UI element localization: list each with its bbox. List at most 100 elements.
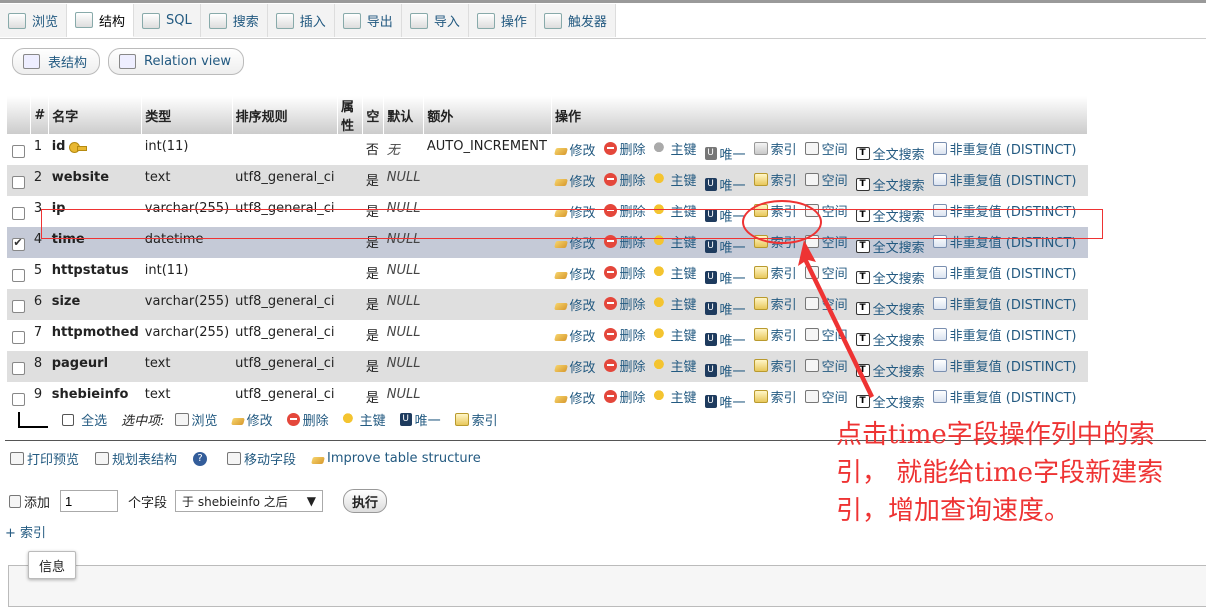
print-preview-link[interactable]: 打印预览: [10, 449, 79, 468]
field-name[interactable]: httpstatus: [52, 263, 129, 278]
row-checkbox[interactable]: [12, 207, 26, 220]
help-icon[interactable]: ?: [193, 451, 208, 466]
action-unique-button[interactable]: U 唯一: [704, 392, 746, 411]
action-drop-button[interactable]: 删除: [603, 356, 646, 375]
action-drop-button[interactable]: 删除: [603, 325, 646, 344]
action-distinct-button[interactable]: 非重复值 (DISTINCT): [932, 263, 1077, 282]
improve-structure-link[interactable]: Improve table structure: [311, 451, 481, 466]
action-distinct-button[interactable]: 非重复值 (DISTINCT): [932, 170, 1077, 189]
action-drop-button[interactable]: 删除: [603, 201, 646, 220]
header-name[interactable]: 名字: [48, 96, 143, 134]
row-checkbox[interactable]: [12, 331, 26, 344]
bulk-primary-button[interactable]: 主键: [342, 410, 386, 429]
row-checkbox[interactable]: [12, 393, 26, 406]
bulk-unique-button[interactable]: U 唯一: [399, 410, 441, 429]
action-unique-button[interactable]: U 唯一: [704, 330, 746, 349]
header-default[interactable]: 默认: [383, 96, 425, 134]
action-drop-button[interactable]: 删除: [603, 170, 646, 189]
tab-6[interactable]: 导入: [401, 4, 469, 37]
tab-5[interactable]: 导出: [334, 4, 402, 37]
bulk-edit-button[interactable]: 修改: [230, 410, 273, 429]
action-index-button[interactable]: 索引: [753, 139, 797, 158]
action-distinct-button[interactable]: 非重复值 (DISTINCT): [932, 294, 1077, 313]
action-primary-button[interactable]: 主键: [653, 294, 697, 313]
action-spatial-button[interactable]: 空间: [804, 170, 848, 189]
go-button[interactable]: 执行: [343, 489, 388, 513]
action-edit-button[interactable]: 修改: [553, 357, 596, 376]
action-edit-button[interactable]: 修改: [553, 233, 596, 252]
action-unique-button[interactable]: U 唯一: [704, 144, 746, 163]
bulk-index-button[interactable]: 索引: [454, 410, 498, 429]
bulk-drop-button[interactable]: 删除: [286, 410, 329, 429]
action-primary-button[interactable]: 主键: [653, 356, 697, 375]
tab-2[interactable]: SQL: [134, 4, 201, 37]
action-unique-button[interactable]: U 唯一: [704, 237, 746, 256]
action-drop-button[interactable]: 删除: [603, 263, 646, 282]
action-primary-button[interactable]: 主键: [653, 201, 697, 220]
action-drop-button[interactable]: 删除: [603, 139, 646, 158]
action-spatial-button[interactable]: 空间: [804, 139, 848, 158]
info-tab[interactable]: 信息: [28, 551, 77, 579]
action-drop-button[interactable]: 删除: [603, 387, 646, 406]
action-edit-button[interactable]: 修改: [553, 171, 596, 190]
action-edit-button[interactable]: 修改: [553, 388, 596, 407]
action-unique-button[interactable]: U 唯一: [704, 175, 746, 194]
field-name[interactable]: time: [52, 232, 85, 247]
action-primary-button[interactable]: 主键: [653, 170, 697, 189]
action-primary-button[interactable]: 主键: [653, 263, 697, 282]
tab-8[interactable]: 触发器: [535, 4, 616, 37]
action-unique-button[interactable]: U 唯一: [704, 268, 746, 287]
table-row[interactable]: 7 httpmothed varchar(255) utf8_general_ci 是 N…: [7, 320, 1088, 351]
action-edit-button[interactable]: 修改: [553, 326, 596, 345]
action-primary-button[interactable]: 主键: [653, 139, 697, 158]
tab-3[interactable]: 搜索: [200, 4, 268, 37]
action-distinct-button[interactable]: 非重复值 (DISTINCT): [932, 325, 1077, 344]
action-distinct-button[interactable]: 非重复值 (DISTINCT): [932, 356, 1077, 375]
field-name[interactable]: ip: [52, 201, 66, 216]
table-row[interactable]: 1 id int(11) 否无 AUTO_INCREMENT 修改 删除 主键 U 唯一 索引 空间 T…: [7, 134, 1088, 165]
action-primary-button[interactable]: 主键: [653, 387, 697, 406]
action-primary-button[interactable]: 主键: [653, 232, 697, 251]
tab-1[interactable]: 结构: [67, 4, 135, 37]
action-fulltext-button[interactable]: T 全文搜索: [855, 144, 925, 163]
propose-structure-link[interactable]: 规划表结构: [95, 449, 177, 468]
table-row[interactable]: 4timedatetime是NULL修改删除主键U唯一索引空间T全文搜索非重复值…: [7, 227, 1088, 258]
header-attributes[interactable]: 属性: [337, 96, 364, 134]
add-position-select[interactable]: 于 shebieinfo 之后 ▼: [175, 490, 324, 512]
subtab-1[interactable]: Relation view: [108, 48, 245, 75]
field-name[interactable]: pageurl: [52, 356, 108, 371]
action-drop-button[interactable]: 删除: [603, 294, 646, 313]
action-distinct-button[interactable]: 非重复值 (DISTINCT): [932, 201, 1077, 220]
table-row[interactable]: 2 website text utf8_general_ci 是 NULL 修改 删除 主键 U 唯…: [7, 165, 1088, 196]
table-row[interactable]: 8 pageurl text utf8_general_ci 是 NULL 修改 删除 主键 U 唯…: [7, 351, 1088, 382]
action-edit-button[interactable]: 修改: [553, 295, 596, 314]
row-checkbox[interactable]: [12, 176, 26, 189]
action-edit-button[interactable]: 修改: [553, 202, 596, 221]
tab-7[interactable]: 操作: [468, 4, 536, 37]
field-name[interactable]: id: [52, 139, 66, 154]
action-distinct-button[interactable]: 非重复值 (DISTINCT): [932, 139, 1077, 158]
header-collation[interactable]: 排序规则: [232, 96, 339, 134]
subtab-0[interactable]: 表结构: [12, 48, 101, 75]
action-index-button[interactable]: 索引: [753, 170, 797, 189]
row-checkbox[interactable]: [12, 236, 26, 251]
action-fulltext-button[interactable]: T 全文搜索: [855, 206, 925, 225]
header-num[interactable]: #: [30, 96, 50, 134]
add-index-link[interactable]: + 索引: [5, 522, 46, 541]
action-edit-button[interactable]: 修改: [553, 140, 596, 159]
header-extra[interactable]: 额外: [423, 96, 552, 134]
row-checkbox[interactable]: [12, 362, 26, 375]
action-unique-button[interactable]: U 唯一: [704, 361, 746, 380]
field-name[interactable]: size: [52, 294, 81, 309]
row-checkbox[interactable]: [12, 300, 26, 313]
bulk-browse-button[interactable]: 浏览: [174, 410, 218, 429]
action-distinct-button[interactable]: 非重复值 (DISTINCT): [932, 232, 1077, 251]
row-checkbox[interactable]: [12, 145, 26, 158]
table-row[interactable]: 6 size varchar(255) utf8_general_ci 是 NULL 修改 删…: [7, 289, 1088, 320]
table-row[interactable]: 5 httpstatus int(11) 是 NULL 修改 删除 主键 U 唯一 索引 空间 T 全文搜…: [7, 258, 1088, 289]
table-row[interactable]: 3 ip varchar(255) utf8_general_ci 是 NULL 修改 删除 主…: [7, 196, 1088, 227]
action-drop-button[interactable]: 删除: [603, 232, 646, 251]
check-all[interactable]: 全选: [62, 410, 107, 429]
header-null[interactable]: 空: [362, 96, 385, 134]
action-index-button[interactable]: 索引: [753, 201, 797, 220]
